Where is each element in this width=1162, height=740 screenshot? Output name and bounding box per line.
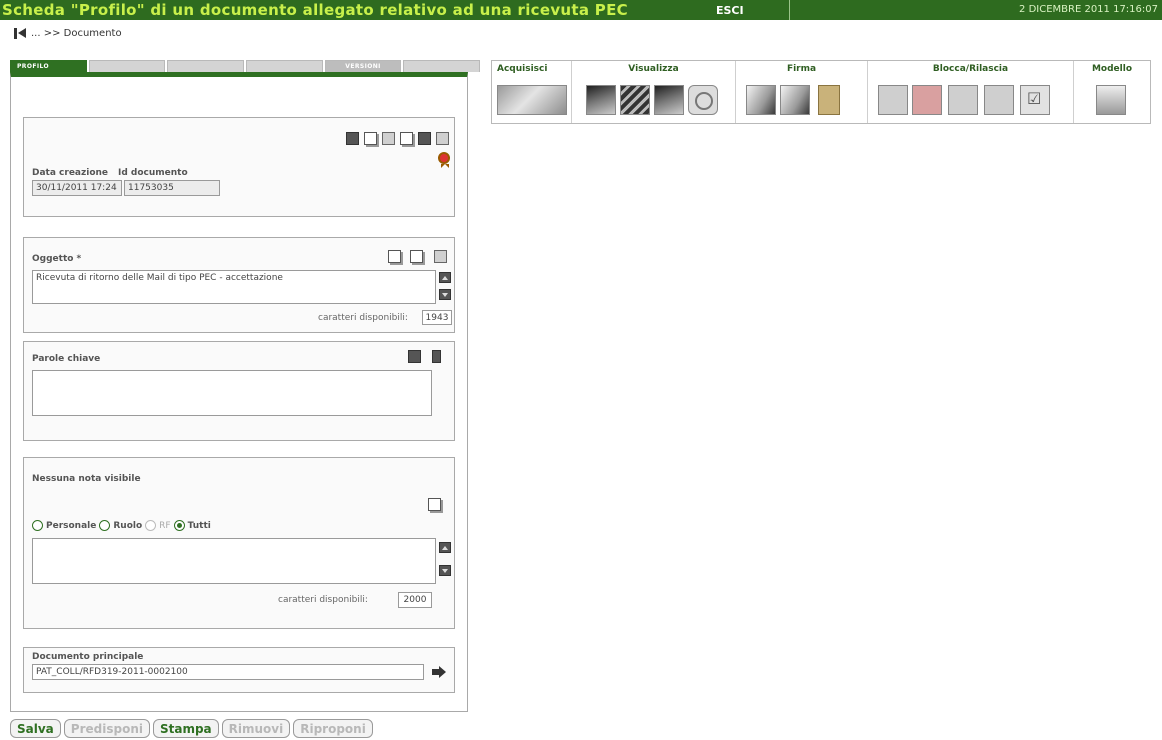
oggetto-box: Oggetto * Ricevuta di ritorno delle Mail…: [23, 237, 455, 333]
note-counter: 2000: [398, 592, 432, 608]
print-button[interactable]: Stampa: [152, 719, 219, 738]
documents-icon[interactable]: [400, 132, 413, 145]
oggetto-counter: 1943: [422, 310, 452, 325]
smartcard-icon[interactable]: [818, 85, 840, 115]
modello-title: Modello: [1091, 64, 1133, 74]
save-button[interactable]: Salva: [10, 719, 61, 738]
toolbar-group-visualizza: Visualizza: [572, 61, 736, 123]
id-documento-label: Id documento: [118, 168, 188, 178]
note-input[interactable]: [32, 538, 436, 584]
profile-panel: Data creazione Id documento 30/11/2011 1…: [10, 72, 468, 712]
radio-rf-label: RF: [159, 520, 171, 531]
go-to-document-icon[interactable]: [432, 666, 446, 678]
oggetto-scroll-down-icon[interactable]: [439, 289, 451, 300]
mail-icon[interactable]: [382, 132, 395, 145]
view-history-icon[interactable]: [688, 85, 718, 115]
note-visibility-options: Personale Ruolo RF Tutti: [32, 520, 211, 531]
toolbar-group-firma: Firma: [736, 61, 868, 123]
repropose-button: Riproponi: [293, 719, 373, 738]
oggetto-counter-label: caratteri disponibili:: [318, 313, 408, 323]
view-document-icon[interactable]: [586, 85, 616, 115]
delete-icon[interactable]: [432, 350, 441, 363]
checkin-icon[interactable]: [948, 85, 978, 115]
radio-tutti[interactable]: [173, 520, 185, 531]
undo-checkout-icon[interactable]: [984, 85, 1014, 115]
radio-personale[interactable]: [32, 520, 43, 531]
template-icon[interactable]: [1096, 85, 1126, 115]
firma-title: Firma: [786, 64, 817, 74]
forward-icon[interactable]: [346, 132, 359, 145]
edit-document-icon[interactable]: [388, 250, 401, 263]
document-toolbar: Acquisisci Visualizza Firma Blocca/Rilas…: [491, 60, 1151, 124]
checkout-icon[interactable]: [878, 85, 908, 115]
note-scroll-up-icon[interactable]: [439, 542, 451, 553]
add-note-icon[interactable]: [428, 498, 441, 511]
view-signed-icon[interactable]: [654, 85, 684, 115]
acquire-scan-icon[interactable]: [497, 85, 567, 115]
radio-rf: [145, 520, 157, 531]
title-bar: Scheda "Profilo" di un documento allegat…: [0, 0, 1162, 20]
remove-button: Rimuovi: [221, 719, 291, 738]
scanner-icon[interactable]: [418, 132, 431, 145]
note-box: Nessuna nota visibile Personale Ruolo RF…: [23, 457, 455, 629]
window-title: Scheda "Profilo" di un documento allegat…: [2, 1, 628, 19]
certificate-icon: [438, 152, 450, 168]
radio-tutti-label: Tutti: [187, 520, 211, 531]
print-icon[interactable]: [436, 132, 449, 145]
toolbar-group-blocca-rilascia: Blocca/Rilascia: [868, 61, 1074, 123]
radio-ruolo-label: Ruolo: [113, 520, 143, 531]
tab-profilo[interactable]: PROFILO: [10, 60, 87, 72]
acquisisci-title: Acquisisci: [497, 64, 548, 74]
oggetto-label: Oggetto *: [32, 254, 82, 264]
tab-bar: PROFILO VERSIONI: [10, 60, 481, 72]
blocca-rilascia-title: Blocca/Rilascia: [932, 64, 1009, 74]
view-zoom-icon[interactable]: [620, 85, 650, 115]
note-scroll-down-icon[interactable]: [439, 565, 451, 576]
exit-button[interactable]: ESCI: [712, 0, 790, 20]
checkout-lock-icon[interactable]: [912, 85, 942, 115]
oggetto-input[interactable]: Ricevuta di ritorno delle Mail di tipo P…: [32, 270, 436, 304]
document-icon[interactable]: [364, 132, 377, 145]
radio-personale-label: Personale: [46, 520, 97, 531]
parole-chiave-input[interactable]: [32, 370, 432, 416]
tab-versioni[interactable]: VERSIONI: [324, 60, 402, 72]
documento-principale-box: Documento principale PAT_COLL/RFD319-201…: [23, 647, 455, 693]
confirm-icon[interactable]: [1020, 85, 1050, 115]
keywords-icon[interactable]: [408, 350, 421, 363]
breadcrumb-text[interactable]: ... >> Documento: [31, 28, 122, 39]
note-label: Nessuna nota visibile: [32, 474, 141, 484]
toolbar-group-modello: Modello: [1074, 61, 1150, 123]
documento-principale-label: Documento principale: [32, 652, 144, 662]
tab-6[interactable]: [403, 60, 481, 72]
breadcrumb: ... >> Documento: [14, 25, 122, 41]
document-info-box: Data creazione Id documento 30/11/2011 1…: [23, 117, 455, 217]
oggetto-scroll-up-icon[interactable]: [439, 272, 451, 283]
tab-3[interactable]: [167, 60, 245, 72]
radio-ruolo[interactable]: [99, 520, 111, 531]
oggettario-icon[interactable]: [410, 250, 423, 263]
current-datetime: 2 DICEMBRE 2011 17:16:07: [1019, 4, 1158, 15]
cosign-icon[interactable]: [780, 85, 810, 115]
copy-documents-icon[interactable]: [434, 250, 447, 263]
tab-4[interactable]: [246, 60, 323, 72]
sign-icon[interactable]: [746, 85, 776, 115]
back-icon[interactable]: [14, 27, 27, 40]
id-documento-field: 11753035: [124, 180, 220, 196]
parole-chiave-label: Parole chiave: [32, 354, 101, 364]
predisponi-button: Predisponi: [63, 719, 150, 738]
data-creazione-field: 30/11/2011 17:24: [32, 180, 122, 196]
visualizza-title: Visualizza: [628, 64, 679, 74]
tab-2[interactable]: [88, 60, 166, 72]
toolbar-group-acquisisci: Acquisisci: [492, 61, 572, 123]
documento-principale-field: PAT_COLL/RFD319-2011-0002100: [32, 664, 424, 680]
parole-chiave-box: Parole chiave: [23, 341, 455, 441]
action-buttons: Salva Predisponi Stampa Rimuovi Ripropon…: [10, 719, 373, 738]
note-counter-label: caratteri disponibili:: [278, 595, 368, 605]
data-creazione-label: Data creazione: [32, 168, 109, 178]
